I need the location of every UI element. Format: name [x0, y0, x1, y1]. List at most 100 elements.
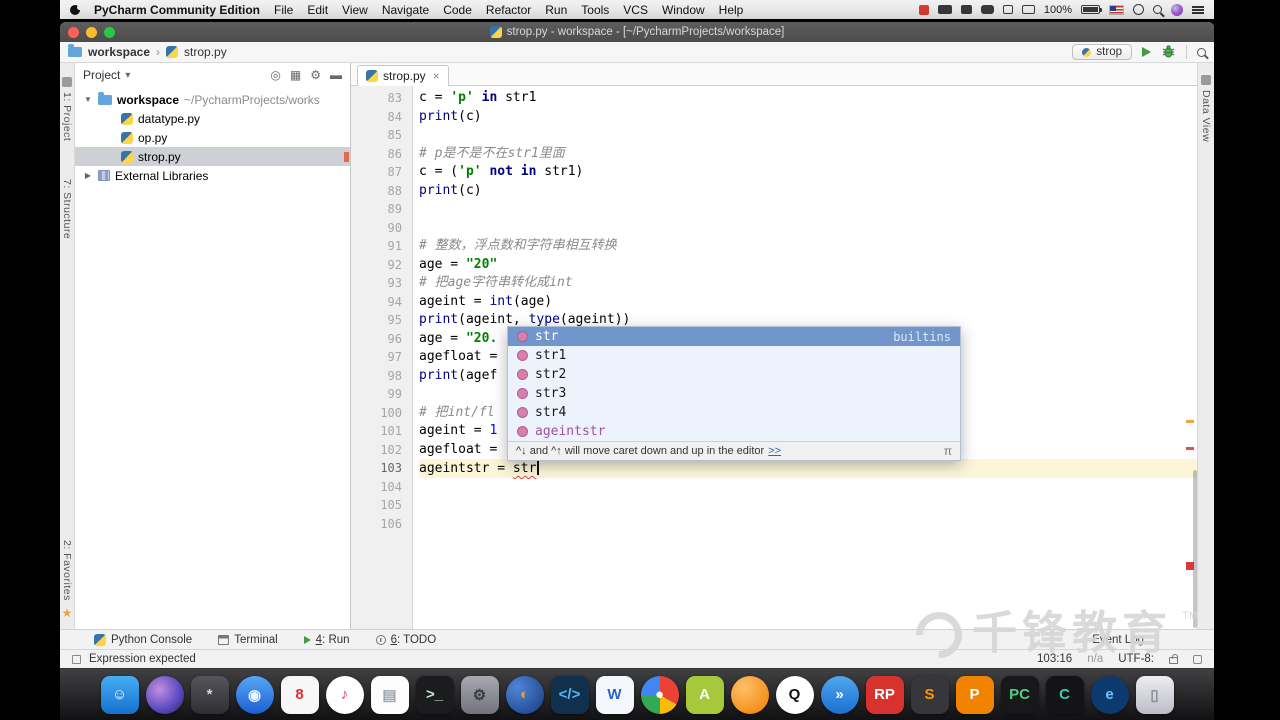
- run-button[interactable]: [1142, 47, 1151, 57]
- editor-body[interactable]: 83 84 85 86 87 88 89 90 91 92 93 94 95 96 97 98 99 100 101…: [351, 86, 1197, 629]
- tool-button-project[interactable]: 1: Project: [61, 77, 73, 141]
- dock-browser-8-icon[interactable]: 8: [280, 675, 319, 714]
- tool-windows-toggle-icon[interactable]: [72, 654, 81, 664]
- data-view-stripe-label: Data View: [1200, 90, 1212, 143]
- tool-button-run[interactable]: 4: Run: [303, 634, 350, 646]
- project-file-strop-py[interactable]: strop.py: [75, 147, 350, 166]
- sort-alphabetically-icon[interactable]: π: [944, 444, 952, 458]
- completion-label: str3: [535, 386, 567, 401]
- menu-window[interactable]: Window: [662, 3, 705, 17]
- menu-edit[interactable]: Edit: [307, 3, 328, 17]
- hint-more-link[interactable]: >>: [768, 445, 781, 457]
- dock-rp-app-icon[interactable]: RP: [865, 675, 904, 714]
- dock-terminal-icon[interactable]: >_: [415, 675, 454, 714]
- dock-orange-ball-icon[interactable]: [730, 675, 769, 714]
- display-icon[interactable]: [1002, 5, 1013, 14]
- window-title-bar[interactable]: strop.py - workspace - [~/PycharmProject…: [60, 22, 1214, 42]
- dock-word-icon[interactable]: W: [595, 675, 634, 714]
- dock-finder-icon[interactable]: ☺: [100, 675, 139, 714]
- menu-navigate[interactable]: Navigate: [382, 3, 429, 17]
- breadcrumb-file[interactable]: strop.py: [184, 45, 227, 59]
- chevron-down-icon[interactable]: ▾: [125, 70, 130, 81]
- spotlight-search-icon[interactable]: [1153, 5, 1162, 14]
- tool-button-terminal[interactable]: Terminal: [218, 634, 278, 646]
- zoom-window-button[interactable]: [104, 26, 115, 38]
- menu-refactor[interactable]: Refactor: [486, 3, 531, 17]
- close-tab-icon[interactable]: ×: [433, 69, 440, 83]
- read-only-lock-icon[interactable]: [1169, 654, 1178, 664]
- debug-button[interactable]: [1161, 45, 1176, 59]
- dock-itunes-icon[interactable]: ♪: [325, 675, 364, 714]
- autocomplete-popup: str builtins str1 str2 str3 str4 ageintstr ^…: [507, 326, 961, 461]
- dock-notes-icon[interactable]: ▤: [370, 675, 409, 714]
- hide-panel-icon[interactable]: ▬: [330, 68, 342, 82]
- input-language-flag-icon[interactable]: [1109, 4, 1124, 15]
- notification-center-icon[interactable]: [1192, 5, 1204, 14]
- locate-file-icon[interactable]: ◎: [270, 68, 280, 82]
- apple-menu-icon[interactable]: [70, 4, 82, 15]
- completion-item-str2[interactable]: str2: [508, 365, 960, 384]
- volume-icon[interactable]: [1021, 5, 1035, 14]
- close-window-button[interactable]: [68, 26, 79, 38]
- dock-qq-icon[interactable]: Q: [775, 675, 814, 714]
- car-icon[interactable]: [937, 5, 952, 14]
- warning-stripe-mark[interactable]: [1186, 420, 1194, 423]
- dock-browser-e-icon[interactable]: e: [1090, 675, 1129, 714]
- project-panel-title[interactable]: Project: [83, 68, 120, 82]
- dock-siri-icon[interactable]: [145, 675, 184, 714]
- tool-button-favorites[interactable]: 2: Favorites: [61, 540, 73, 601]
- error-stripe-mark[interactable]: [1186, 447, 1194, 450]
- editor-scrollbar[interactable]: [1193, 470, 1197, 628]
- app-menu-title[interactable]: PyCharm Community Edition: [94, 3, 260, 17]
- battery-icon[interactable]: [1081, 5, 1102, 14]
- siri-icon[interactable]: [1171, 3, 1183, 16]
- collapse-all-icon[interactable]: ▦: [290, 68, 301, 82]
- dock-p-app-icon[interactable]: P: [955, 675, 994, 714]
- keyboard-icon[interactable]: [980, 5, 994, 14]
- tool-button-python-console[interactable]: Python Console: [94, 633, 192, 646]
- phone-icon[interactable]: [960, 5, 972, 14]
- completion-item-str4[interactable]: str4: [508, 403, 960, 422]
- external-libraries-row[interactable]: ▶ External Libraries: [75, 166, 350, 185]
- project-root-row[interactable]: ▼ workspace ~/PycharmProjects/works: [75, 90, 350, 109]
- minimize-window-button[interactable]: [86, 26, 97, 38]
- search-everywhere-icon[interactable]: [1197, 47, 1206, 57]
- dock-chrome-icon[interactable]: ●: [640, 675, 679, 714]
- completion-item-ageintstr[interactable]: ageintstr: [508, 422, 960, 441]
- tool-button-data-view[interactable]: Data View: [1200, 75, 1212, 142]
- menu-tools[interactable]: Tools: [581, 3, 609, 17]
- tab-strop-py[interactable]: strop.py ×: [357, 65, 449, 86]
- collapsed-arrow-icon[interactable]: ▶: [83, 171, 93, 180]
- dock-trash-icon[interactable]: ▯: [1135, 675, 1174, 714]
- dock-code-editor-icon[interactable]: </>: [550, 675, 589, 714]
- breadcrumb-workspace[interactable]: workspace: [88, 45, 150, 59]
- menu-help[interactable]: Help: [719, 3, 744, 17]
- dock-android-icon[interactable]: A: [685, 675, 724, 714]
- dock-launchpad-icon[interactable]: *: [190, 675, 229, 714]
- completion-item-str1[interactable]: str1: [508, 346, 960, 365]
- dock-pycharm-icon[interactable]: PC: [1000, 675, 1039, 714]
- menu-code[interactable]: Code: [443, 3, 472, 17]
- expanded-arrow-icon[interactable]: ▼: [83, 95, 93, 104]
- project-file-datatype-py[interactable]: datatype.py: [75, 109, 350, 128]
- clock-icon[interactable]: [1133, 4, 1144, 15]
- menubar-status-icons: 100%: [918, 3, 1204, 16]
- dock-sublime-icon[interactable]: S: [910, 675, 949, 714]
- menu-run[interactable]: Run: [545, 3, 567, 17]
- dock-system-preferences-icon[interactable]: ⚙: [460, 675, 499, 714]
- run-configuration-select[interactable]: strop: [1072, 44, 1132, 60]
- dock-thunder-icon[interactable]: »: [820, 675, 859, 714]
- screen-recording-icon[interactable]: [918, 4, 929, 15]
- project-file-op-py[interactable]: op.py: [75, 128, 350, 147]
- tool-button-structure[interactable]: 7: Structure: [61, 179, 73, 239]
- completion-item-str[interactable]: str builtins: [508, 327, 960, 346]
- menu-vcs[interactable]: VCS: [623, 3, 648, 17]
- menu-file[interactable]: File: [274, 3, 293, 17]
- menu-view[interactable]: View: [342, 3, 368, 17]
- dock-clion-icon[interactable]: C: [1045, 675, 1084, 714]
- settings-gear-icon[interactable]: ⚙: [310, 68, 321, 82]
- dock-firefox-icon[interactable]: ◐: [505, 675, 544, 714]
- tool-button-todo[interactable]: 6: TODO: [375, 634, 436, 646]
- completion-item-str3[interactable]: str3: [508, 384, 960, 403]
- dock-safari-icon[interactable]: ◉: [235, 675, 274, 714]
